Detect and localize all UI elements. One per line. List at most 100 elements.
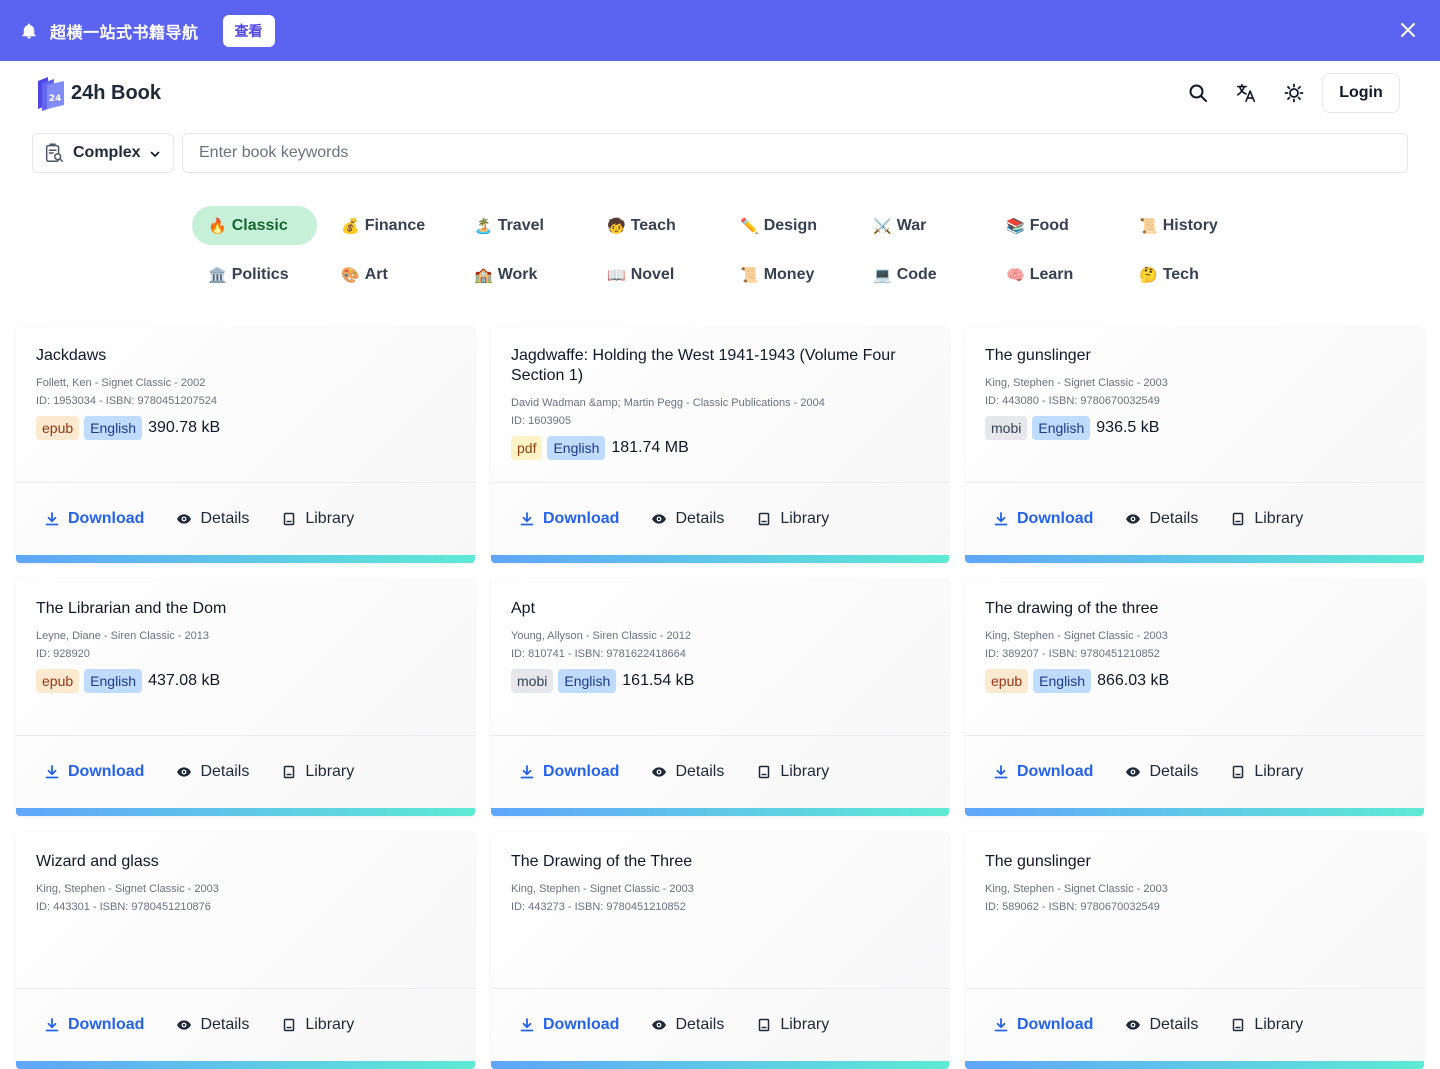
banner-view-button[interactable]: 查看 xyxy=(222,14,275,47)
category-history[interactable]: 📜 History xyxy=(1123,206,1248,245)
book-title[interactable]: Jagdwaffe: Holding the West 1941-1943 (V… xyxy=(511,346,929,386)
book-card-body: Jackdaws Follett, Ken - Signet Classic -… xyxy=(16,326,475,483)
book-actions: Download Details Library xyxy=(965,483,1424,555)
book-title[interactable]: The Librarian and the Dom xyxy=(36,599,455,619)
category-label: Learn xyxy=(1029,265,1074,283)
download-button[interactable]: Download xyxy=(519,1016,619,1034)
library-button[interactable]: Library xyxy=(281,510,354,528)
category-finance[interactable]: 💰 Finance xyxy=(325,206,450,245)
download-button[interactable]: Download xyxy=(519,510,619,528)
language-badge: English xyxy=(84,669,143,693)
details-label: Details xyxy=(200,1016,250,1033)
category-emoji-icon: 🏫 xyxy=(474,265,493,284)
translate-icon[interactable] xyxy=(1234,81,1258,105)
category-tech[interactable]: 🤔 Tech xyxy=(1123,255,1248,294)
download-label: Download xyxy=(543,510,620,527)
details-button[interactable]: Details xyxy=(176,510,249,528)
category-learn[interactable]: 🧠 Learn xyxy=(990,255,1115,294)
library-button[interactable]: Library xyxy=(1230,510,1303,528)
details-button[interactable]: Details xyxy=(651,1016,724,1034)
search-mode-select[interactable]: Complex xyxy=(32,133,174,173)
details-label: Details xyxy=(675,1016,725,1033)
sun-icon[interactable] xyxy=(1282,81,1306,105)
book-card: The Drawing of the Three King, Stephen -… xyxy=(491,832,949,1069)
category-design[interactable]: ✏️ Design xyxy=(724,206,849,245)
search-input[interactable] xyxy=(182,133,1408,173)
book-card-body: The gunslinger King, Stephen - Signet Cl… xyxy=(965,832,1424,989)
details-button[interactable]: Details xyxy=(1125,763,1198,781)
details-button[interactable]: Details xyxy=(1125,510,1198,528)
library-button[interactable]: Library xyxy=(756,763,829,781)
download-button[interactable]: Download xyxy=(519,763,619,781)
details-label: Details xyxy=(200,510,250,527)
category-travel[interactable]: 🏝️ Travel xyxy=(458,206,583,245)
library-icon xyxy=(756,1017,772,1033)
category-food[interactable]: 📚 Food xyxy=(990,206,1115,245)
book-title[interactable]: The Drawing of the Three xyxy=(511,852,929,872)
details-button[interactable]: Details xyxy=(651,763,724,781)
details-label: Details xyxy=(675,763,725,780)
category-emoji-icon: 💰 xyxy=(341,216,360,235)
download-button[interactable]: Download xyxy=(44,510,144,528)
library-label: Library xyxy=(305,763,355,780)
category-emoji-icon: 🎨 xyxy=(341,265,360,284)
search-icon[interactable] xyxy=(1186,81,1210,105)
eye-icon xyxy=(1125,764,1141,780)
card-accent-bar xyxy=(965,808,1424,816)
category-art[interactable]: 🎨 Art xyxy=(325,255,450,294)
format-badge: epub xyxy=(36,669,80,693)
library-button[interactable]: Library xyxy=(281,1016,354,1034)
book-title[interactable]: Apt xyxy=(511,599,929,619)
book-title[interactable]: The gunslinger xyxy=(985,346,1404,366)
category-politics[interactable]: 🏛️ Politics xyxy=(192,255,317,294)
library-button[interactable]: Library xyxy=(756,1016,829,1034)
library-label: Library xyxy=(1254,1016,1304,1033)
category-emoji-icon: 📜 xyxy=(740,265,759,284)
details-button[interactable]: Details xyxy=(176,763,249,781)
book-meta: Leyne, Diane - Siren Classic - 2013 xyxy=(36,630,210,642)
download-label: Download xyxy=(1017,1016,1094,1033)
category-teach[interactable]: 🧒 Teach xyxy=(591,206,716,245)
book-title[interactable]: The gunslinger xyxy=(985,852,1404,872)
category-emoji-icon: 🔥 xyxy=(208,216,227,235)
book-ids: ID: 1603905 xyxy=(511,415,571,427)
book-title[interactable]: The drawing of the three xyxy=(985,599,1404,619)
brand-logo[interactable]: 24 24h Book xyxy=(34,75,161,111)
category-classic[interactable]: 🔥 Classic xyxy=(192,206,317,245)
details-button[interactable]: Details xyxy=(1125,1016,1198,1034)
download-button[interactable]: Download xyxy=(44,763,144,781)
category-novel[interactable]: 📖 Novel xyxy=(591,255,716,294)
book-card-body: Apt Young, Allyson - Siren Classic - 201… xyxy=(491,579,949,736)
book-tags: epub English 390.78 kB xyxy=(36,416,455,440)
category-work[interactable]: 🏫 Work xyxy=(458,255,583,294)
download-button[interactable]: Download xyxy=(993,510,1093,528)
category-war[interactable]: ⚔️ War xyxy=(857,206,982,245)
download-button[interactable]: Download xyxy=(993,763,1093,781)
download-button[interactable]: Download xyxy=(993,1016,1093,1034)
category-money[interactable]: 📜 Money xyxy=(724,255,849,294)
download-button[interactable]: Download xyxy=(44,1016,144,1034)
book-title[interactable]: Jackdaws xyxy=(36,346,455,366)
file-size: 161.54 kB xyxy=(622,672,695,689)
category-emoji-icon: ✏️ xyxy=(740,216,759,235)
book-meta: King, Stephen - Signet Classic - 2003 xyxy=(985,630,1168,642)
library-button[interactable]: Library xyxy=(1230,1016,1303,1034)
book-meta: Young, Allyson - Siren Classic - 2012 xyxy=(511,630,691,642)
library-button[interactable]: Library xyxy=(281,763,354,781)
category-label: Travel xyxy=(497,216,544,234)
download-label: Download xyxy=(1017,763,1094,780)
book-card-body: The drawing of the three King, Stephen -… xyxy=(965,579,1424,736)
library-button[interactable]: Library xyxy=(1230,763,1303,781)
library-button[interactable]: Library xyxy=(756,510,829,528)
file-size: 866.03 kB xyxy=(1097,672,1170,689)
language-badge: English xyxy=(84,416,143,440)
announcement-banner: 超横一站式书籍导航 查看 xyxy=(0,0,1440,61)
details-button[interactable]: Details xyxy=(651,510,724,528)
book-card-body: The gunslinger King, Stephen - Signet Cl… xyxy=(965,326,1424,483)
library-label: Library xyxy=(1254,763,1304,780)
book-title[interactable]: Wizard and glass xyxy=(36,852,455,872)
category-code[interactable]: 💻 Code xyxy=(857,255,982,294)
details-button[interactable]: Details xyxy=(176,1016,249,1034)
close-icon[interactable] xyxy=(1400,22,1416,38)
login-button[interactable]: Login xyxy=(1322,73,1400,113)
